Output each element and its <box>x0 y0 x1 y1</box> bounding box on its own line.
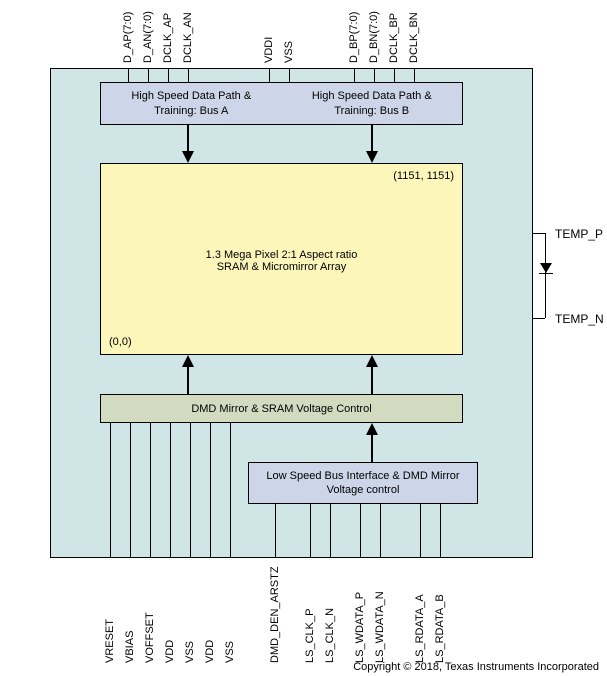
coord-top-right: (1151, 1151) <box>393 170 454 182</box>
hsdp-a-line2: Training: Bus A <box>101 104 282 118</box>
pin-vss2: VSS <box>224 568 236 663</box>
voltage-label: DMD Mirror & SRAM Voltage Control <box>191 403 371 415</box>
hsdp-b-line2: Training: Bus B <box>282 104 463 118</box>
pin-dclk-an: DCLK_AN <box>182 5 194 63</box>
pin-voffset: VOFFSET <box>144 568 156 663</box>
sram-line1: 1.3 Mega Pixel 2:1 Aspect ratio <box>101 249 462 261</box>
pin-dclk-ap: DCLK_AP <box>162 5 174 63</box>
hsdp-a-line1: High Speed Data Path & <box>101 89 282 103</box>
pin-d-bp: D_BP(7:0) <box>348 5 360 63</box>
pin-dclk-bp: DCLK_BP <box>388 5 400 63</box>
pin-dclk-bn: DCLK_BN <box>408 5 420 63</box>
pin-ls-rdata-a: LS_RDATA_A <box>414 568 426 663</box>
pin-d-ap: D_AP(7:0) <box>122 5 134 63</box>
pin-vreset: VRESET <box>104 568 116 663</box>
pin-dmd-den-arstz: DMD_DEN_ARSTZ <box>269 568 281 663</box>
hsdp-b-line1: High Speed Data Path & <box>282 89 463 103</box>
pin-vdd2: VDD <box>204 568 216 663</box>
pin-ls-clk-p: LS_CLK_P <box>304 568 316 663</box>
lowspeed-line1: Low Speed Bus Interface & DMD Mirror <box>249 469 477 483</box>
pin-vss-top: VSS <box>283 33 295 63</box>
voltage-block: DMD Mirror & SRAM Voltage Control <box>100 394 463 423</box>
coord-bottom-left: (0,0) <box>109 336 132 348</box>
pin-vss1: VSS <box>184 568 196 663</box>
copyright-text: Copyright © 2018, Texas Instruments Inco… <box>353 661 599 673</box>
pin-vbias: VBIAS <box>124 568 136 663</box>
pin-ls-clk-n: LS_CLK_N <box>324 568 336 663</box>
pin-d-an: D_AN(7:0) <box>142 5 154 63</box>
diagram-canvas: High Speed Data Path & Training: Bus A H… <box>0 0 607 676</box>
lowspeed-line2: Voltage control <box>249 483 477 497</box>
pin-vdd1: VDD <box>164 568 176 663</box>
sram-line2: SRAM & Micromirror Array <box>101 261 462 273</box>
low-speed-block: Low Speed Bus Interface & DMD Mirror Vol… <box>248 462 478 504</box>
high-speed-block: High Speed Data Path & Training: Bus A H… <box>100 82 463 125</box>
pin-temp-n: TEMP_N <box>555 312 604 326</box>
sram-block: (1151, 1151) 1.3 Mega Pixel 2:1 Aspect r… <box>100 163 463 355</box>
pin-ls-rdata-b: LS_RDATA_B <box>434 568 446 663</box>
pin-vddi: VDDI <box>263 33 275 63</box>
pin-temp-p: TEMP_P <box>555 227 603 241</box>
pin-ls-wdata-p: LS_WDATA_P <box>354 568 366 663</box>
pin-d-bn: D_BN(7:0) <box>368 5 380 63</box>
pin-ls-wdata-n: LS_WDATA_N <box>374 568 386 663</box>
